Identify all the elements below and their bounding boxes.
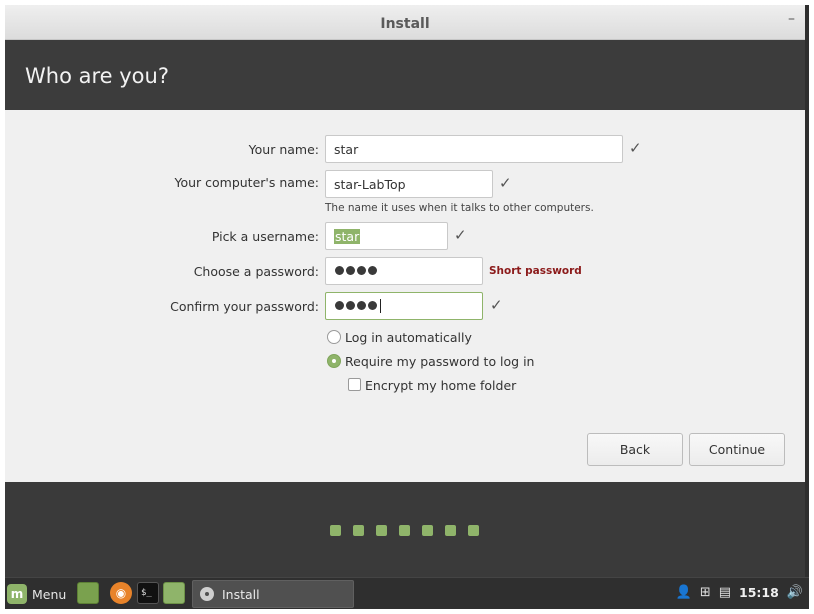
name-field[interactable]: star (325, 135, 623, 163)
username-value: star (334, 229, 361, 244)
computer-name-value: star-LabTop (334, 177, 406, 192)
username-label: Pick a username: (211, 229, 319, 244)
encrypt-home-label[interactable]: Encrypt my home folder (365, 378, 516, 393)
clock[interactable]: 15:18 (739, 585, 779, 600)
require-password-radio[interactable] (327, 354, 341, 368)
page-title: Who are you? (25, 64, 169, 88)
name-label: Your name: (248, 142, 319, 157)
mint-logo-icon: m (7, 584, 27, 604)
password-field[interactable] (325, 257, 483, 285)
desktop-screen: Install – Who are you? Your name: star ✓… (5, 5, 809, 609)
network-icon[interactable]: ⊞ (700, 585, 711, 600)
progress-step-6 (445, 525, 456, 536)
progress-step-7 (468, 525, 479, 536)
confirm-password-field[interactable] (325, 292, 483, 320)
window-title: Install (380, 16, 430, 32)
confirm-password-mask (335, 299, 381, 313)
step-progress (330, 525, 479, 536)
password-strength-warning: Short password (489, 265, 582, 277)
name-value: star (334, 142, 359, 157)
password-mask (335, 266, 377, 275)
installer-disc-icon (200, 587, 214, 601)
system-tray: 👤 ⊞ ▤ 15:18 🔊 (676, 585, 803, 600)
show-desktop-icon[interactable] (77, 582, 99, 604)
taskbar-item-label: Install (222, 586, 260, 602)
window-titlebar[interactable]: Install – (5, 5, 805, 40)
require-password-label[interactable]: Require my password to log in (345, 354, 534, 369)
auto-login-radio[interactable] (327, 330, 341, 344)
confirm-password-valid-check-icon: ✓ (490, 296, 503, 314)
files-icon[interactable] (163, 582, 185, 604)
progress-step-1 (330, 525, 341, 536)
back-button[interactable]: Back (587, 433, 683, 466)
user-icon[interactable]: 👤 (676, 585, 692, 600)
user-form: Your name: star ✓ Your computer's name: … (5, 110, 805, 482)
page-header: Who are you? (5, 40, 805, 110)
auto-login-label[interactable]: Log in automatically (345, 330, 472, 345)
username-valid-check-icon: ✓ (454, 226, 467, 244)
password-label: Choose a password: (193, 264, 319, 279)
continue-button[interactable]: Continue (689, 433, 785, 466)
computer-name-valid-check-icon: ✓ (499, 174, 512, 192)
computer-name-field[interactable]: star-LabTop (325, 170, 493, 198)
confirm-password-label: Confirm your password: (170, 299, 319, 314)
progress-step-5 (422, 525, 433, 536)
computer-name-hint: The name it uses when it talks to other … (325, 202, 594, 214)
minimize-button[interactable]: – (788, 11, 795, 27)
clipboard-icon[interactable]: ▤ (719, 585, 731, 600)
taskbar-item-install[interactable]: Install (192, 580, 354, 608)
computer-name-label: Your computer's name: (174, 175, 319, 190)
encrypt-home-checkbox[interactable] (348, 378, 361, 391)
menu-button[interactable]: m Menu (7, 582, 66, 606)
username-field[interactable]: star (325, 222, 448, 250)
desktop-background (805, 5, 809, 577)
installer-window: Install – Who are you? Your name: star ✓… (5, 5, 805, 577)
progress-step-3 (376, 525, 387, 536)
taskbar: m Menu ◉ $_ Install 👤 ⊞ ▤ 15:18 🔊 (5, 577, 809, 609)
installer-footer (5, 482, 805, 577)
name-valid-check-icon: ✓ (629, 139, 642, 157)
terminal-icon[interactable]: $_ (137, 582, 159, 604)
volume-icon[interactable]: 🔊 (787, 585, 803, 600)
menu-label: Menu (32, 586, 67, 602)
progress-step-2 (353, 525, 364, 536)
progress-step-4 (399, 525, 410, 536)
firefox-icon[interactable]: ◉ (110, 582, 132, 604)
